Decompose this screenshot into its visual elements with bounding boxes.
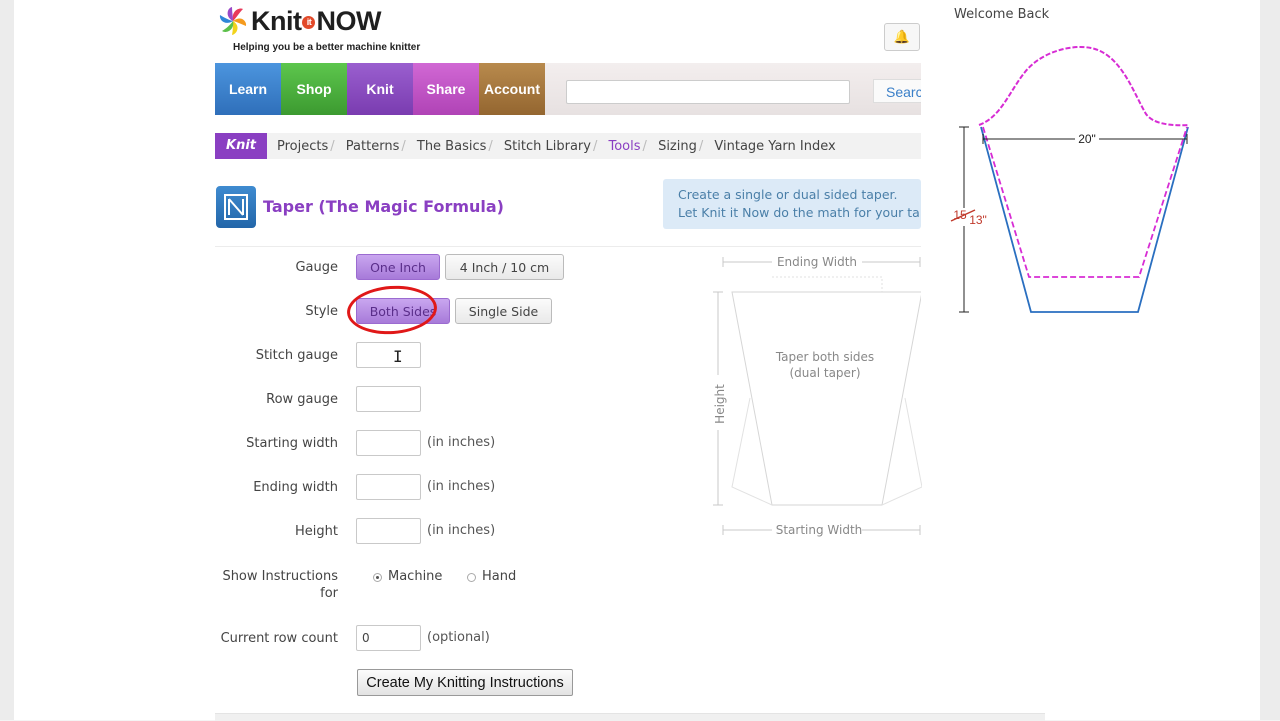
- height-caption: Height: [713, 384, 727, 424]
- search-input[interactable]: [566, 80, 850, 104]
- breadcrumb-section[interactable]: Knit: [215, 133, 267, 159]
- breadcrumb: Projects / Patterns / The Basics / Stitch L…: [277, 139, 836, 154]
- search-button[interactable]: Search: [873, 79, 921, 103]
- page-title: Taper (The Magic Formula): [263, 197, 504, 216]
- create-instructions-button[interactable]: Create My Knitting Instructions: [357, 669, 573, 696]
- ending-width-hint: (in inches): [427, 479, 496, 494]
- nav-account[interactable]: Account: [479, 63, 545, 115]
- nav-knit[interactable]: Knit: [347, 63, 413, 115]
- text-cursor-icon: I: [393, 347, 403, 366]
- ending-width-input[interactable]: [356, 474, 421, 500]
- sketch-top-width: 20": [1078, 132, 1096, 146]
- breadcrumb-projects[interactable]: Projects: [277, 139, 328, 154]
- divider: [215, 246, 921, 247]
- page: Knit it NOW Helping you be a better machin…: [0, 0, 1280, 721]
- starting-width-label: Starting width: [246, 436, 338, 451]
- instructions-label-line1: Show Instructions: [222, 569, 338, 584]
- starting-width-input[interactable]: [356, 430, 421, 456]
- bell-icon: 🔔: [893, 29, 911, 45]
- taper-tool-icon: [216, 186, 256, 228]
- style-label: Style: [305, 304, 338, 319]
- hand-radio-label[interactable]: Hand: [482, 569, 516, 584]
- height-label: Height: [295, 524, 338, 539]
- info-line-1: Create a single or dual sided taper.: [678, 187, 898, 202]
- diagram-caption-1: Taper both sides: [775, 350, 874, 364]
- starting-width-hint: (in inches): [427, 435, 496, 450]
- tagline: Helping you be a better machine knitter: [233, 42, 421, 53]
- height-hint: (in inches): [427, 523, 496, 538]
- left-gutter: [0, 0, 14, 720]
- ending-width-caption: Ending Width: [777, 255, 857, 269]
- highlight-circle-annotation: [345, 282, 439, 338]
- info-line-2: Let Knit it Now do the math for your ta: [678, 205, 920, 220]
- gauge-one-inch-button[interactable]: One Inch: [356, 254, 440, 280]
- machine-radio[interactable]: [373, 573, 382, 582]
- row-count-input[interactable]: 0: [356, 625, 421, 651]
- machine-radio-label[interactable]: Machine: [388, 569, 442, 584]
- starting-width-caption: Starting Width: [776, 523, 863, 537]
- site-logo[interactable]: Knit it NOW: [216, 5, 381, 37]
- ending-width-label: Ending width: [253, 480, 338, 495]
- welcome-text: Welcome Back: [954, 7, 1050, 22]
- row-count-hint: (optional): [427, 630, 490, 645]
- gauge-label: Gauge: [295, 260, 338, 275]
- breadcrumb-tools[interactable]: Tools: [609, 139, 641, 154]
- height-input[interactable]: [356, 518, 421, 544]
- sketch-height-new: 13": [969, 213, 987, 227]
- taper-diagram: Ending Width Starting Width Height Taper…: [713, 255, 922, 537]
- right-gutter: [1260, 0, 1280, 720]
- instructions-label-line2: for: [320, 586, 338, 601]
- nav-shop[interactable]: Shop: [281, 63, 347, 115]
- nav-learn[interactable]: Learn: [215, 63, 281, 115]
- stitch-gauge-label: Stitch gauge: [255, 348, 338, 363]
- breadcrumb-sizing[interactable]: Sizing: [658, 139, 697, 154]
- row-gauge-input[interactable]: [356, 386, 421, 412]
- breadcrumb-patterns[interactable]: Patterns: [346, 139, 400, 154]
- row-count-label: Current row count: [220, 631, 338, 646]
- info-box: Create a single or dual sided taper. Let…: [663, 179, 921, 229]
- search-button-clip: Search: [873, 79, 921, 105]
- notifications-button[interactable]: 🔔: [884, 23, 920, 51]
- sketch-overlay: 20" 15 13" 7": [921, 22, 1260, 342]
- logo-wordmark: Knit it NOW: [251, 5, 381, 36]
- breadcrumb-vintage-yarn-index[interactable]: Vintage Yarn Index: [714, 139, 835, 154]
- breadcrumb-the-basics[interactable]: The Basics: [417, 139, 487, 154]
- breadcrumb-stitch-library[interactable]: Stitch Library: [504, 139, 591, 154]
- stitch-gauge-input[interactable]: [356, 342, 421, 368]
- pinwheel-logo-icon: [219, 7, 247, 35]
- diagram-caption-2: (dual taper): [789, 366, 860, 380]
- nav-share[interactable]: Share: [413, 63, 479, 115]
- gauge-4inch-button[interactable]: 4 Inch / 10 cm: [445, 254, 564, 280]
- style-single-side-button[interactable]: Single Side: [455, 298, 552, 324]
- row-gauge-label: Row gauge: [266, 392, 338, 407]
- sleeve-sketch: 20" 15 13" 7": [950, 46, 1190, 342]
- hand-radio[interactable]: [467, 573, 476, 582]
